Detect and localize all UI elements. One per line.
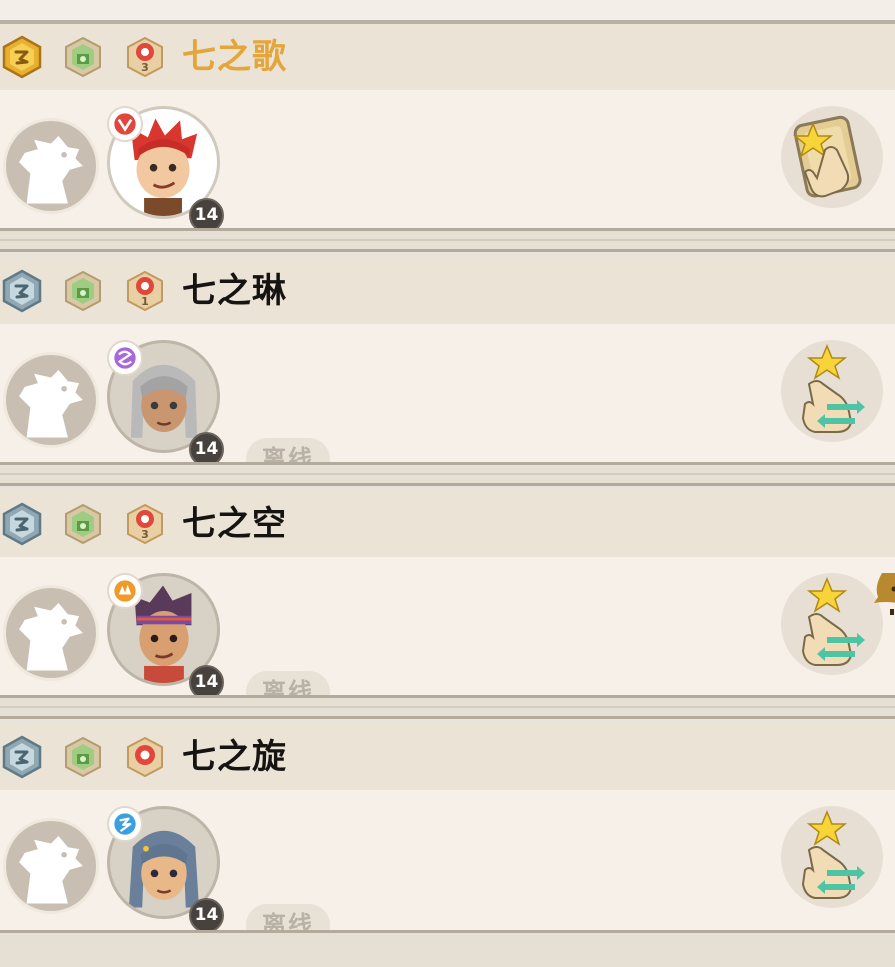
player-name: 七之旋 bbox=[182, 737, 287, 777]
medal-number: 1 bbox=[141, 295, 149, 308]
gold-rank-badge-icon bbox=[0, 35, 44, 79]
card-tap-action-button[interactable] bbox=[781, 106, 883, 208]
player-name: 七之歌 bbox=[182, 37, 287, 77]
empty-pet-slot-icon[interactable] bbox=[3, 352, 99, 448]
troop-badge-icon bbox=[61, 35, 105, 79]
player-card-header: 七之旋 bbox=[0, 724, 895, 790]
troop-badge-icon bbox=[61, 269, 105, 313]
level-badge: 14 bbox=[189, 898, 224, 933]
bottom-panel-edge bbox=[0, 930, 895, 967]
empty-pet-slot-icon[interactable] bbox=[3, 118, 99, 214]
empty-pet-slot-icon[interactable] bbox=[3, 818, 99, 914]
silver-rank-badge-icon bbox=[0, 502, 44, 546]
player-card: 3 七之歌 14 bbox=[0, 24, 895, 234]
player-card-header: 1 七之琳 bbox=[0, 258, 895, 324]
player-name: 七之空 bbox=[182, 504, 287, 544]
tap-swap-action-button[interactable] bbox=[781, 573, 883, 675]
element-icon bbox=[107, 573, 143, 609]
medal-badge-icon: 1 bbox=[123, 269, 167, 313]
player-card: 3 七之空 14 离线 bbox=[0, 491, 895, 713]
medal-badge-icon bbox=[123, 735, 167, 779]
player-card-body: 14 bbox=[0, 90, 895, 234]
player-name: 七之琳 bbox=[182, 271, 287, 311]
silver-rank-badge-icon bbox=[0, 735, 44, 779]
mascot-peek-icon bbox=[872, 571, 895, 617]
tap-swap-action-button[interactable] bbox=[781, 806, 883, 908]
silver-rank-badge-icon bbox=[0, 269, 44, 313]
troop-badge-icon bbox=[61, 735, 105, 779]
player-card-body: 14 离线 bbox=[0, 324, 895, 480]
tap-swap-action-button[interactable] bbox=[781, 340, 883, 442]
player-card-header: 3 七之空 bbox=[0, 491, 895, 557]
medal-badge-icon: 3 bbox=[123, 35, 167, 79]
player-card-header: 3 七之歌 bbox=[0, 24, 895, 90]
troop-badge-icon bbox=[61, 502, 105, 546]
card-divider bbox=[0, 462, 895, 486]
element-icon bbox=[107, 106, 143, 142]
player-card-body: 14 离线 bbox=[0, 790, 895, 946]
card-divider bbox=[0, 695, 895, 719]
card-divider bbox=[0, 228, 895, 252]
player-card: 1 七之琳 14 离线 bbox=[0, 258, 895, 480]
medal-number: 3 bbox=[141, 61, 149, 74]
element-icon bbox=[107, 340, 143, 376]
element-icon bbox=[107, 806, 143, 842]
player-card: 七之旋 14 离线 bbox=[0, 724, 895, 946]
top-panel-edge bbox=[0, 0, 895, 24]
medal-badge-icon: 3 bbox=[123, 502, 167, 546]
medal-number: 3 bbox=[141, 528, 149, 541]
empty-pet-slot-icon[interactable] bbox=[3, 585, 99, 681]
player-card-body: 14 离线 bbox=[0, 557, 895, 713]
